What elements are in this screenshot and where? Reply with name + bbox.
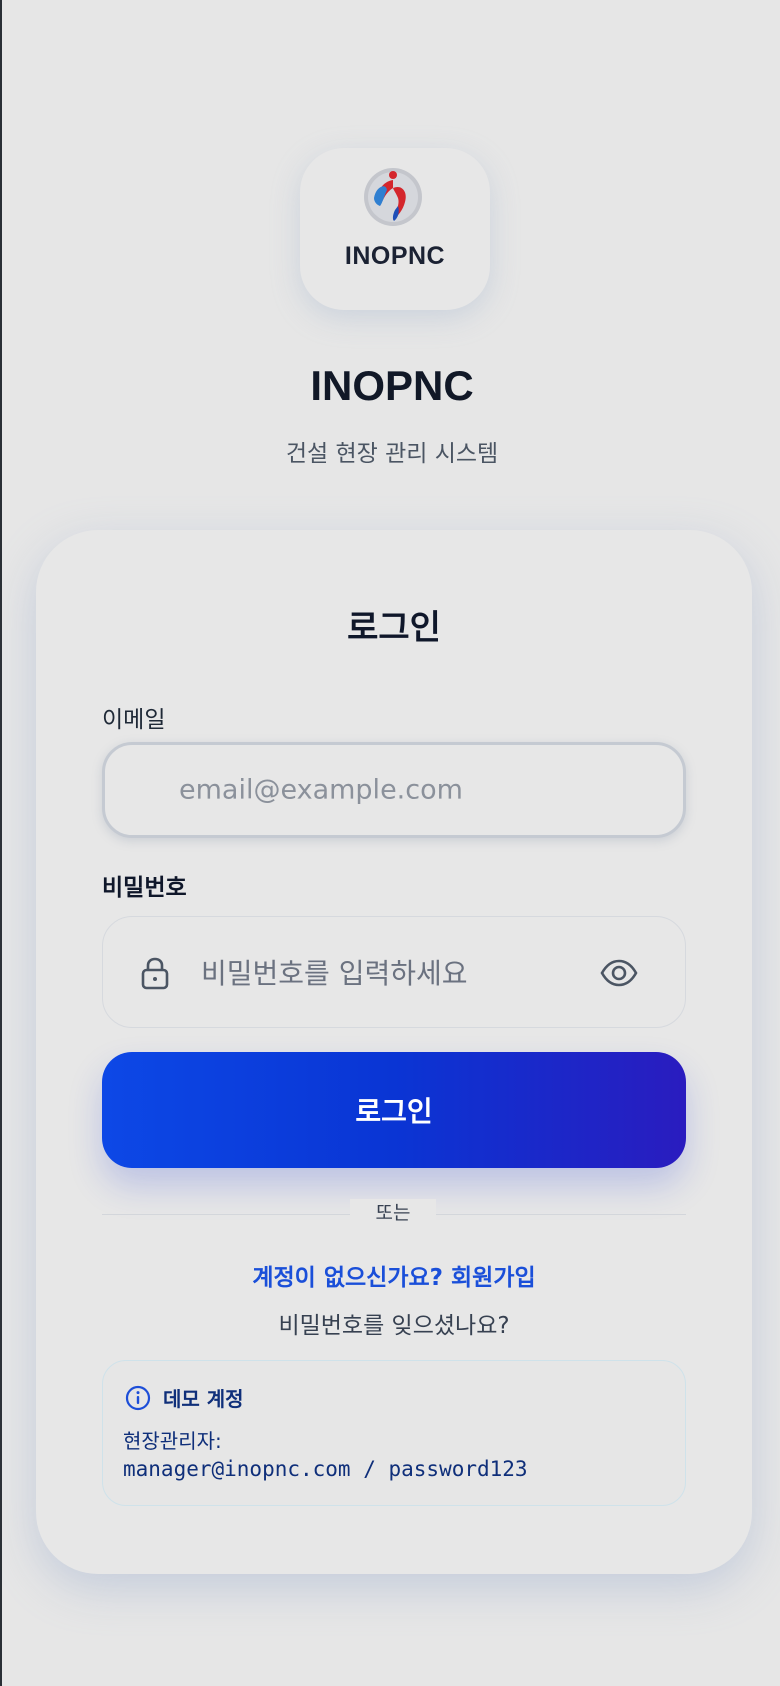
login-card-title: 로그인 <box>347 608 441 648</box>
forgot-password-link[interactable]: 비밀번호를 잊으셨나요? <box>36 1306 752 1340</box>
email-label: 이메일 <box>102 707 166 733</box>
logo-wordmark: INOPNC <box>344 242 446 270</box>
demo-role: 현장관리자: <box>123 1429 222 1453</box>
app-title: INOPNC <box>310 362 474 409</box>
demo-account-box: 데모 계정 현장관리자: manager@inopnc.com / passwo… <box>102 1360 686 1506</box>
password-label: 비밀번호 <box>102 875 187 901</box>
email-field[interactable]: email@example.com <box>102 742 686 838</box>
email-placeholder: email@example.com <box>179 774 463 806</box>
password-field[interactable]: 비밀번호를 입력하세요 <box>102 916 686 1028</box>
logo-container: INOPNC <box>300 148 490 310</box>
lock-icon <box>141 957 169 990</box>
brand-logo-icon <box>364 168 422 226</box>
signup-link[interactable]: 계정이 없으신가요? 회원가입 <box>36 1258 752 1292</box>
login-button[interactable]: 로그인 <box>102 1052 686 1168</box>
info-icon <box>125 1385 151 1411</box>
eye-icon[interactable] <box>599 953 639 993</box>
demo-credentials: manager@inopnc.com / password123 <box>123 1457 528 1481</box>
password-placeholder: 비밀번호를 입력하세요 <box>201 957 468 990</box>
divider-text: 또는 <box>350 1199 436 1227</box>
app-subtitle: 건설 현장 관리 시스템 <box>285 441 499 467</box>
login-card: 로그인 이메일 email@example.com 비밀번호 비밀번호를 입력하… <box>36 530 752 1574</box>
demo-title: 데모 계정 <box>163 1387 244 1411</box>
